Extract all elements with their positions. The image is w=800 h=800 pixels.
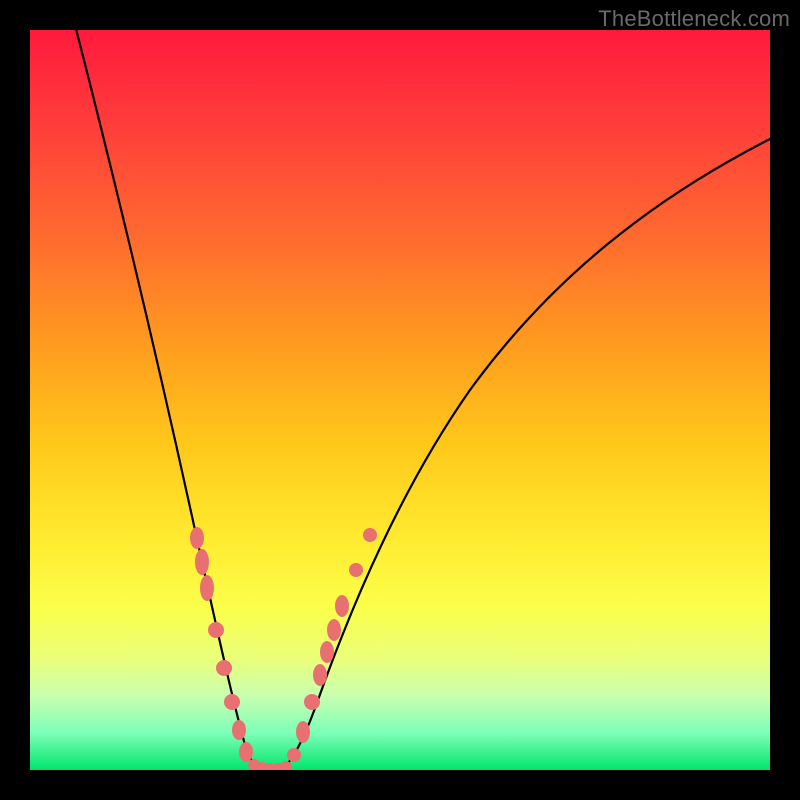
chart-frame: TheBottleneck.com bbox=[0, 0, 800, 800]
marker-dot bbox=[232, 720, 246, 740]
marker-dot bbox=[239, 742, 253, 762]
marker-dot bbox=[363, 528, 377, 542]
marker-dot bbox=[320, 641, 334, 663]
marker-dot bbox=[190, 527, 204, 549]
marker-dot bbox=[313, 664, 327, 686]
marker-dot bbox=[304, 694, 320, 710]
marker-dot bbox=[287, 748, 301, 762]
curve-left bbox=[75, 30, 262, 770]
marker-dot bbox=[208, 622, 224, 638]
marker-group bbox=[190, 527, 377, 770]
marker-dot bbox=[327, 619, 341, 641]
marker-dot bbox=[349, 563, 363, 577]
watermark-text: TheBottleneck.com bbox=[598, 6, 790, 32]
marker-dot bbox=[335, 595, 349, 617]
marker-dot bbox=[280, 761, 292, 770]
curve-right bbox=[280, 138, 770, 770]
marker-dot bbox=[195, 549, 209, 575]
marker-dot bbox=[224, 694, 240, 710]
marker-dot bbox=[200, 575, 214, 601]
plot-area bbox=[30, 30, 770, 770]
chart-svg bbox=[30, 30, 770, 770]
marker-dot bbox=[296, 721, 310, 743]
marker-dot bbox=[216, 660, 232, 676]
